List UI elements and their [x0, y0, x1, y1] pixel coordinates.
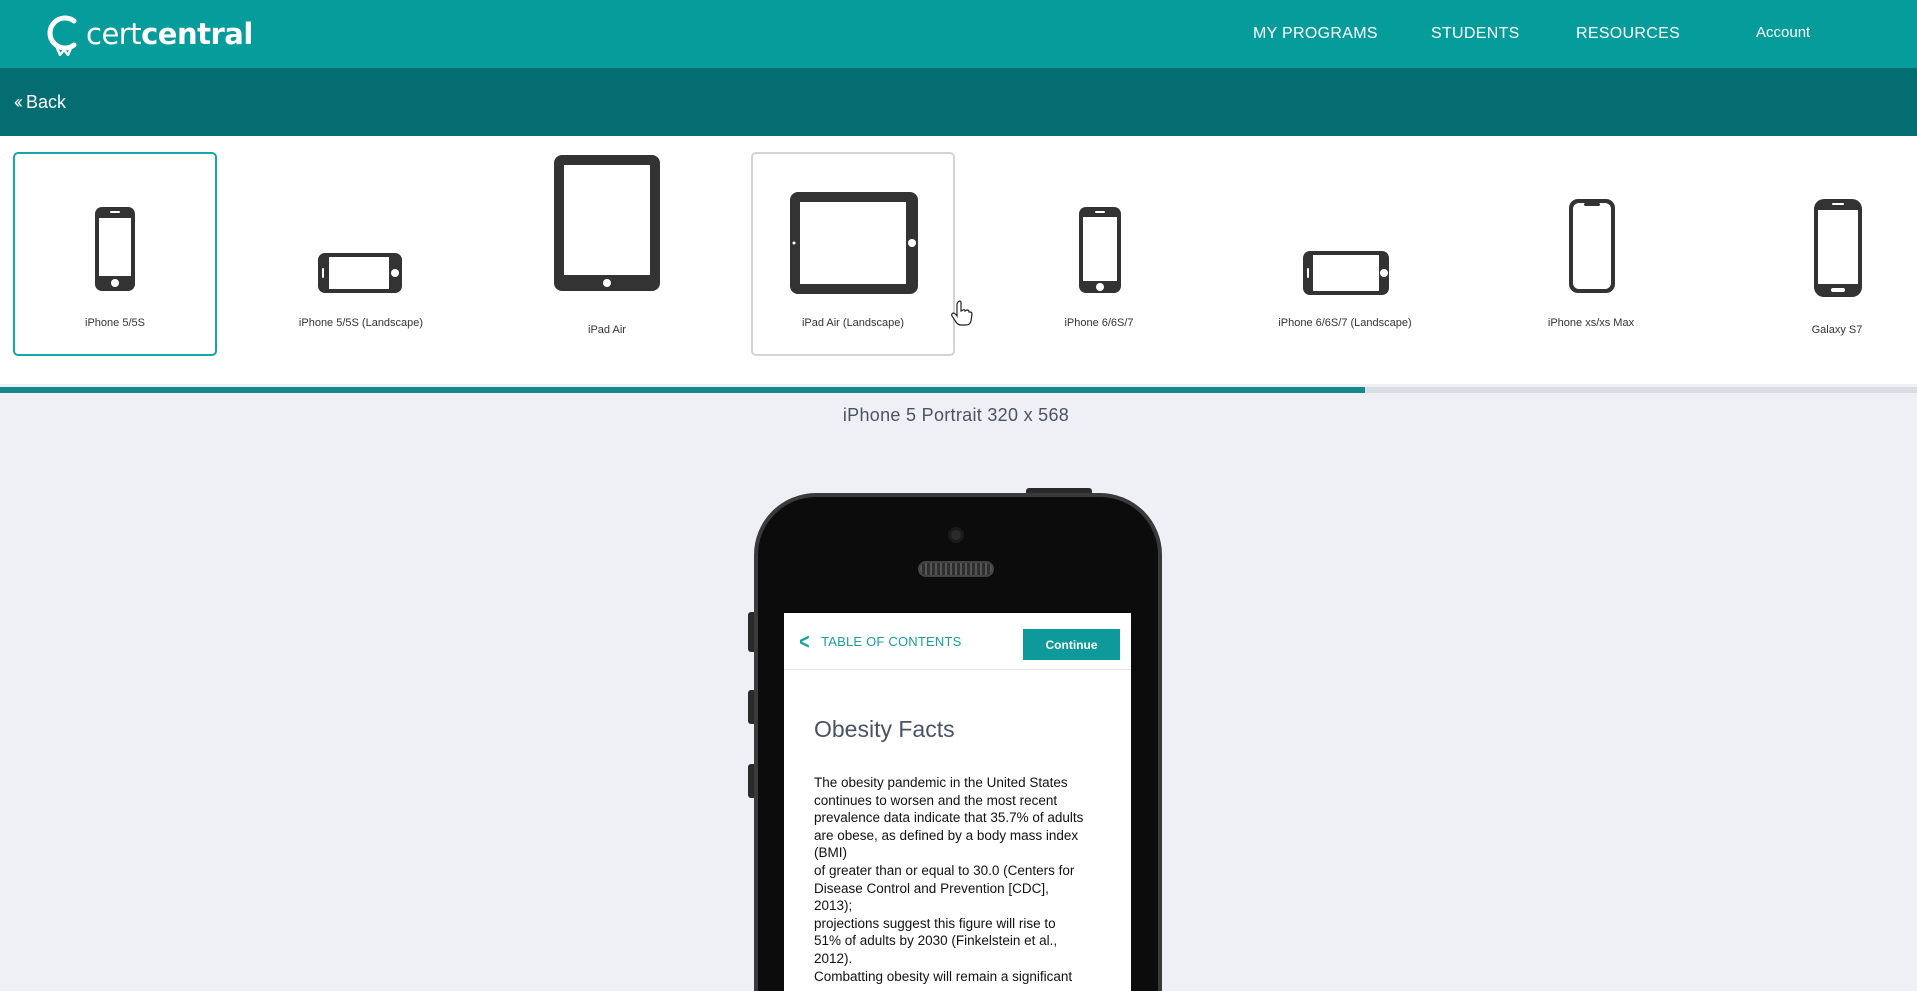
- logo-mark-icon: [47, 15, 77, 56]
- toc-label: TABLE OF CONTENTS: [821, 634, 962, 649]
- article-line: Combatting obesity will remain a signifi…: [814, 968, 1073, 984]
- back-button[interactable]: ‹‹ Back: [14, 68, 66, 136]
- phone-landscape-icon: [1303, 251, 1389, 295]
- preview-title: iPhone 5 Portrait 320 x 568: [842, 405, 1070, 425]
- nav-my-programs[interactable]: MY PROGRAMS: [1253, 0, 1378, 68]
- device-label: Galaxy S7: [1811, 324, 1863, 336]
- device-iphone-5-5s[interactable]: iPhone 5/5S: [13, 152, 217, 356]
- device-iphone-xs-xs-max[interactable]: iPhone xs/xs Max: [1489, 152, 1693, 356]
- nav-account[interactable]: Account: [1756, 0, 1810, 66]
- device-ipad-air-landscape[interactable]: iPad Air (Landscape): [751, 152, 955, 356]
- device-scroll-progress-fill: [0, 387, 1365, 393]
- certcentral-logo[interactable]: certcentral: [44, 10, 253, 58]
- device-label: iPhone xs/xs Max: [1547, 317, 1635, 329]
- device-ipad-air[interactable]: iPad Air: [505, 152, 709, 356]
- phone-notch-icon: [1569, 199, 1615, 293]
- tablet-landscape-icon: [790, 192, 918, 294]
- screen-header: < TABLE OF CONTENTS Continue: [784, 613, 1131, 670]
- phone-portrait-icon: [1079, 207, 1121, 293]
- logo-text: certcentral: [86, 17, 253, 51]
- top-navbar: certcentral MY PROGRAMS STUDENTS RESOURC…: [0, 0, 1917, 68]
- device-label: iPhone 5/5S: [85, 317, 145, 329]
- continue-button[interactable]: Continue: [1023, 629, 1120, 660]
- article-body: The obesity pandemic in the United State…: [814, 774, 1114, 985]
- phone-portrait-icon: [95, 207, 135, 291]
- phone-portrait-icon: [1814, 199, 1862, 297]
- article-line: projections suggest this figure will ris…: [814, 915, 1056, 931]
- article-line: of greater than or equal to 30.0 (Center…: [814, 862, 1075, 878]
- device-label: iPhone 6/6S/7 (Landscape): [1278, 317, 1412, 329]
- chevron-left-icon: <: [799, 628, 810, 654]
- device-galaxy-s7[interactable]: Galaxy S7: [1735, 152, 1917, 356]
- article-line: (BMI): [814, 845, 847, 861]
- device-label: iPad Air (Landscape): [801, 317, 905, 329]
- back-bar: ‹‹ Back: [0, 68, 1917, 136]
- article-line: continues to worsen and the most recent: [814, 792, 1058, 808]
- article-line: 2012).: [814, 950, 853, 966]
- article-title: Obesity Facts: [814, 716, 955, 742]
- device-label: iPhone 5/5S (Landscape): [298, 317, 424, 329]
- device-iphone-6-6s-7-landscape[interactable]: iPhone 6/6S/7 (Landscape): [1243, 152, 1447, 356]
- speaker-grille: [918, 561, 994, 577]
- back-label: Back: [26, 91, 67, 112]
- phone-landscape-icon: [318, 253, 402, 293]
- camera-icon: [948, 527, 964, 543]
- article-line: are obese, as defined by a body mass ind…: [814, 827, 1079, 843]
- article-line: Disease Control and Prevention [CDC],: [814, 880, 1049, 896]
- device-label: iPhone 6/6S/7: [1064, 317, 1134, 329]
- double-chevron-left-icon: ‹‹: [14, 91, 23, 112]
- article-line: prevalence data indicate that 35.7% of a…: [814, 810, 1084, 826]
- device-label: iPad Air: [588, 324, 626, 336]
- device-selector: iPhone 5/5S iPhone 5/5S (Landscape) iPad…: [0, 136, 1917, 384]
- article-line: 2013);: [814, 898, 853, 914]
- device-iphone-6-6s-7[interactable]: iPhone 6/6S/7: [997, 152, 1201, 356]
- hand-cursor-icon: [951, 300, 973, 326]
- article-line: 51% of adults by 2030 (Finkelstein et al…: [814, 933, 1058, 949]
- article-line: The obesity pandemic in the United State…: [814, 775, 1068, 790]
- device-scroll-progress[interactable]: [0, 387, 1917, 393]
- nav-resources[interactable]: RESOURCES: [1576, 0, 1680, 68]
- device-iphone-5-5s-landscape[interactable]: iPhone 5/5S (Landscape): [259, 152, 463, 356]
- tablet-portrait-icon: [554, 155, 660, 291]
- nav-students[interactable]: STUDENTS: [1431, 0, 1520, 68]
- table-of-contents-link[interactable]: < TABLE OF CONTENTS: [798, 613, 961, 670]
- phone-screen: < TABLE OF CONTENTS Continue Obesity Fac…: [784, 613, 1131, 991]
